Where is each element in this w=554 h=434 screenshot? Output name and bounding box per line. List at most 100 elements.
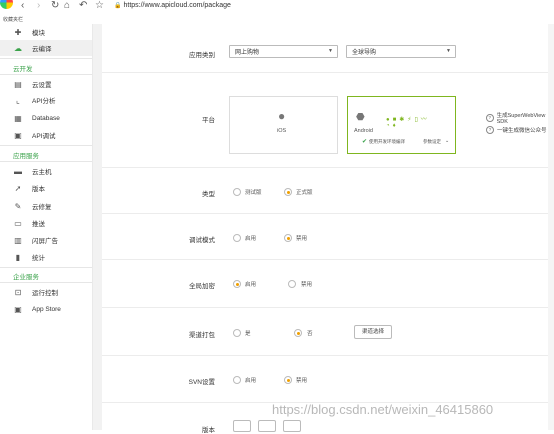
section-title-dev: 云开发 <box>13 66 33 73</box>
star-icon[interactable]: ☆ <box>95 1 104 11</box>
sidebar-item-version[interactable]: ➚ 版本 <box>0 180 92 196</box>
ios-platform-card[interactable]: ● iOS <box>229 96 338 154</box>
sidebar-item-label: 统计 <box>32 255 45 262</box>
debug-on-text: 启用 <box>245 236 257 242</box>
sidebar-item-label: API分析 <box>32 98 56 105</box>
puzzle-icon: ✚ <box>14 27 22 37</box>
sidebar-item-push[interactable]: ▭ 推送 <box>0 215 92 231</box>
divider <box>0 161 92 162</box>
check-icon[interactable]: ✔ <box>362 138 367 145</box>
section-title-ent: 企业服务 <box>13 274 39 281</box>
chevron-down-icon: ▼ <box>328 48 333 54</box>
row-divider <box>102 213 554 214</box>
sidebar-item-cloud-settings[interactable]: ▤ 云设置 <box>0 76 92 92</box>
divider <box>0 282 92 283</box>
sidebar-item-modules[interactable]: ✚ 模块 <box>0 24 92 40</box>
row-divider <box>102 72 554 73</box>
help-wechat-text: 一键生成微信公众号 <box>497 128 547 134</box>
help-superwebview[interactable]: ? 生成SuperWebView SDK <box>486 111 554 125</box>
bookmarks-bar <box>0 15 554 24</box>
app-category-label: 应用类别 <box>189 52 215 59</box>
home-icon[interactable]: ⌂ <box>64 1 70 11</box>
control-icon: ⊡ <box>14 287 22 297</box>
screen-icon: ▥ <box>14 235 22 245</box>
category-value: 网上购物 <box>235 50 260 56</box>
feature-icons-row2: ◔♦ <box>386 123 399 129</box>
forward-icon[interactable]: › <box>37 1 40 11</box>
undo-icon[interactable]: ↶ <box>79 1 87 11</box>
sidebar-item-cloud-compile[interactable]: ☁ 云编译 <box>0 40 92 56</box>
divider <box>0 267 92 268</box>
android-icon: ⬣ <box>356 112 365 123</box>
channel-yes-radio[interactable] <box>233 329 241 337</box>
sidebar-item-app-store[interactable]: ▣ App Store <box>0 301 92 317</box>
nav-value: 全球导购 <box>352 50 377 56</box>
help-icon: ? <box>486 114 494 122</box>
encrypt-label: 全局加密 <box>189 283 215 290</box>
chevron-down-icon[interactable]: ⌄ <box>445 138 449 144</box>
svn-off-radio[interactable] <box>284 376 292 384</box>
bug-icon: ▣ <box>14 130 22 140</box>
sidebar-item-cloud-host[interactable]: ▬ 云主机 <box>0 163 92 179</box>
sidebar-item-database[interactable]: ▦ Database <box>0 110 92 126</box>
type-label: 类型 <box>202 191 215 198</box>
sidebar-item-stats[interactable]: ▮ 统计 <box>0 249 92 265</box>
sidebar-item-run-control[interactable]: ⊡ 运行控制 <box>0 284 92 300</box>
svn-on-radio[interactable] <box>233 376 241 384</box>
help-superwebview-text: 生成SuperWebView SDK <box>496 113 546 125</box>
sidebar-item-label: API调试 <box>32 133 56 140</box>
divider <box>0 58 92 59</box>
category-select[interactable]: 网上购物 ▼ <box>229 45 338 58</box>
gear-icon: ▤ <box>14 79 22 89</box>
version-box-1[interactable] <box>233 420 251 432</box>
nav-select[interactable]: 全球导购 ▼ <box>346 45 456 58</box>
sidebar-item-api-debug[interactable]: ▣ API调试 <box>0 127 92 143</box>
row-divider <box>102 355 554 356</box>
lock-icon: 🔒 <box>114 3 122 9</box>
sidebar: ✚ 模块 ☁ 云编译 云开发 ▤ 云设置 ⌞ API分析 ▦ Database … <box>0 24 92 430</box>
svn-label: SVN设置 <box>188 379 215 386</box>
type-release-radio[interactable] <box>284 188 292 196</box>
store-icon: ▣ <box>14 304 22 314</box>
version-label: 版本 <box>202 427 215 434</box>
params-link[interactable]: 参数设定 <box>423 139 441 145</box>
debug-off-radio[interactable] <box>284 234 292 242</box>
refresh-icon[interactable]: ↻ <box>51 1 59 11</box>
section-title-ops: 应用服务 <box>13 153 39 160</box>
encrypt-on-radio[interactable] <box>233 280 241 288</box>
channel-select-button[interactable]: 渠道选择 <box>354 325 392 339</box>
version-box-3[interactable] <box>283 420 301 432</box>
type-test-text: 测试版 <box>245 190 262 196</box>
sidebar-item-label: Database <box>32 114 60 122</box>
address-bar[interactable]: 🔒 https://www.apicloud.com/package <box>114 2 231 9</box>
sidebar-item-cloud-fix[interactable]: ✎ 云修复 <box>0 198 92 214</box>
debug-on-radio[interactable] <box>233 234 241 242</box>
server-icon: ▬ <box>14 166 22 176</box>
ios-label: iOS <box>277 128 287 134</box>
row-divider <box>102 307 554 308</box>
encrypt-off-radio[interactable] <box>288 280 296 288</box>
debug-off-text: 禁用 <box>296 236 308 242</box>
bookmarks-folder[interactable]: 收藏夹栏 <box>3 16 23 23</box>
sidebar-item-splash-ad[interactable]: ▥ 闪屏广告 <box>0 232 92 248</box>
type-test-radio[interactable] <box>233 188 241 196</box>
row-divider <box>102 167 554 168</box>
stats-icon: ▮ <box>15 252 21 262</box>
sidebar-item-api-analysis[interactable]: ⌞ API分析 <box>0 92 92 108</box>
android-platform-card[interactable]: ⬣ Android ●■✱⚡▯〰 ◔♦ ✔ 使用开发环境编译 参数设定 ⌄ <box>347 96 456 154</box>
version-box-2[interactable] <box>258 420 276 432</box>
divider <box>0 74 92 75</box>
divider <box>0 145 92 146</box>
sidebar-item-label: App Store <box>32 305 61 313</box>
sidebar-item-label: 云编译 <box>32 46 52 53</box>
back-icon[interactable]: ‹ <box>21 1 24 11</box>
send-icon: ▭ <box>14 218 22 228</box>
cloud-icon: ☁ <box>14 43 22 53</box>
wrench-icon: ✎ <box>14 201 22 211</box>
rocket-icon: ➚ <box>14 183 22 193</box>
scrollbar[interactable] <box>548 24 554 430</box>
help-wechat[interactable]: ? 一键生成微信公众号 <box>486 126 547 134</box>
type-release-text: 正式版 <box>296 190 313 196</box>
chart-icon: ⌞ <box>16 95 20 105</box>
channel-no-radio[interactable] <box>294 329 302 337</box>
